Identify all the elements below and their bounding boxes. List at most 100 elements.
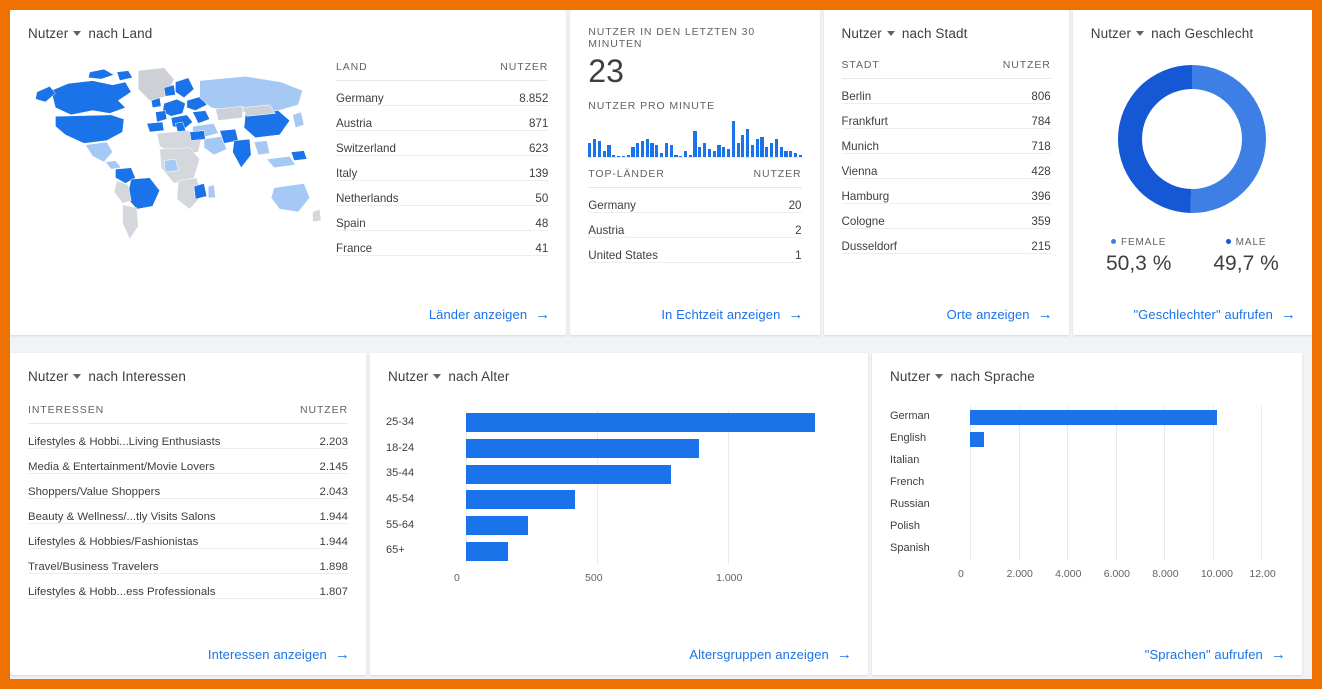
row-label: Hamburg: [842, 179, 954, 204]
chevron-down-icon[interactable]: [887, 31, 895, 36]
link-show-age-groups[interactable]: Altersgruppen anzeigen→: [689, 646, 852, 663]
table-row[interactable]: Berlin806: [842, 79, 1051, 104]
language-bar-chart[interactable]: 02.0004.0006.0008.00010.00012.00GermanEn…: [872, 392, 1302, 602]
table-row[interactable]: Netherlands50: [336, 181, 548, 206]
gridline: [1116, 406, 1117, 560]
gender-donut-chart[interactable]: [1108, 55, 1276, 223]
category-label: 25-34: [386, 416, 414, 428]
sparkline-bar: [717, 145, 720, 157]
table-row[interactable]: Austria2: [588, 213, 801, 238]
row-label: Munich: [842, 129, 954, 154]
gridline: [1019, 406, 1020, 560]
sparkline-bar: [732, 121, 735, 157]
link-view-genders[interactable]: "Geschlechter" aufrufen→: [1133, 306, 1296, 323]
link-show-countries[interactable]: Länder anzeigen→: [429, 306, 550, 323]
table-row[interactable]: Dusseldorf215: [842, 229, 1051, 254]
x-tick-label: 0: [958, 568, 964, 580]
row-value: 2.043: [284, 474, 348, 499]
realtime-body: NUTZER IN DEN LETZTEN 30 MINUTEN 23 NUTZ…: [570, 10, 819, 263]
table-row[interactable]: Germany20: [588, 188, 801, 213]
sparkline-bar: [646, 139, 649, 157]
table-row[interactable]: Austria871: [336, 106, 548, 131]
link-show-places[interactable]: Orte anzeigen→: [947, 306, 1053, 323]
row-value: 1: [719, 238, 801, 263]
table-row[interactable]: Lifestyles & Hobbi...Living Enthusiasts2…: [28, 424, 348, 449]
bar[interactable]: [466, 413, 815, 432]
donut-slice-male[interactable]: [1118, 65, 1192, 213]
sparkline-bar: [794, 153, 797, 157]
col-header-users: NUTZER: [954, 59, 1051, 79]
card-title-suffix: nach Interessen: [88, 369, 186, 384]
table-row[interactable]: Hamburg396: [842, 179, 1051, 204]
bar[interactable]: [970, 432, 984, 447]
table-row[interactable]: Switzerland623: [336, 131, 548, 156]
link-view-realtime[interactable]: In Echtzeit anzeigen→: [661, 306, 803, 323]
bar[interactable]: [466, 516, 528, 535]
row-label: Dusseldorf: [842, 229, 954, 254]
sparkline-bar: [665, 143, 668, 157]
x-tick-label: 10.000: [1201, 568, 1233, 580]
metric-selector-label[interactable]: Nutzer: [842, 26, 882, 41]
metric-selector-label[interactable]: Nutzer: [28, 369, 68, 384]
row-label: Frankfurt: [842, 104, 954, 129]
chevron-down-icon[interactable]: [1136, 31, 1144, 36]
category-label: German: [890, 410, 930, 422]
category-label: English: [890, 432, 926, 444]
metric-selector-label[interactable]: Nutzer: [890, 369, 930, 384]
row-label: Austria: [588, 213, 719, 238]
chevron-down-icon[interactable]: [73, 31, 81, 36]
chevron-down-icon[interactable]: [73, 374, 81, 379]
table-row[interactable]: Lifestyles & Hobbies/Fashionistas1.944: [28, 524, 348, 549]
bar[interactable]: [466, 490, 575, 509]
metric-selector-label[interactable]: Nutzer: [1091, 26, 1131, 41]
realtime-30min-label: NUTZER IN DEN LETZTEN 30 MINUTEN: [588, 26, 801, 50]
table-row[interactable]: Cologne359: [842, 204, 1051, 229]
table-row[interactable]: Germany8.852: [336, 81, 548, 106]
arrow-right-icon: →: [335, 646, 350, 663]
category-label: Spanish: [890, 542, 930, 554]
realtime-sparkline-chart[interactable]: [588, 120, 801, 158]
chevron-down-icon[interactable]: [433, 374, 441, 379]
table-row[interactable]: Vienna428: [842, 154, 1051, 179]
interests-table: INTERESSEN NUTZER Lifestyles & Hobbi...L…: [28, 404, 348, 599]
table-row[interactable]: Beauty & Wellness/...tly Visits Salons1.…: [28, 499, 348, 524]
bar[interactable]: [970, 410, 1217, 425]
category-label: Polish: [890, 520, 920, 532]
sparkline-bar: [708, 149, 711, 157]
card-title-country: Nutzernach Land: [10, 10, 566, 41]
table-row[interactable]: Travel/Business Travelers1.898: [28, 549, 348, 574]
col-header-interests: INTERESSEN: [28, 404, 284, 424]
link-view-languages[interactable]: "Sprachen" aufrufen→: [1145, 646, 1286, 663]
row-value: 20: [719, 188, 801, 213]
table-row[interactable]: Media & Entertainment/Movie Lovers2.145: [28, 449, 348, 474]
bar[interactable]: [466, 542, 508, 561]
table-row[interactable]: Munich718: [842, 129, 1051, 154]
row-bar-track: [336, 253, 456, 255]
metric-selector-label[interactable]: Nutzer: [388, 369, 428, 384]
chevron-down-icon[interactable]: [935, 374, 943, 379]
card-users-by-city: Nutzernach Stadt STADT NUTZER Berlin806F…: [824, 10, 1069, 335]
sparkline-bar: [784, 151, 787, 157]
table-row[interactable]: France41: [336, 231, 548, 256]
donut-slice-female[interactable]: [1191, 65, 1266, 213]
arrow-right-icon: →: [1281, 306, 1296, 323]
table-row[interactable]: Frankfurt784: [842, 104, 1051, 129]
table-row[interactable]: United States1: [588, 238, 801, 263]
row-label: Germany: [588, 188, 719, 213]
bar[interactable]: [466, 465, 671, 484]
table-row[interactable]: Italy139: [336, 156, 548, 181]
table-row[interactable]: Spain48: [336, 206, 548, 231]
gridline: [728, 410, 729, 564]
link-show-interests[interactable]: Interessen anzeigen→: [208, 646, 350, 663]
legend-dot-female: [1111, 239, 1116, 244]
age-bar-chart[interactable]: 05001.00025-3418-2435-4445-5455-6465+: [370, 392, 868, 602]
bar[interactable]: [466, 439, 699, 458]
world-map-chart[interactable]: [24, 43, 324, 258]
gridline: [1067, 406, 1068, 560]
realtime-rows: Germany20Austria2United States1: [588, 188, 801, 263]
sparkline-bar: [631, 147, 634, 157]
table-row[interactable]: Shoppers/Value Shoppers2.043: [28, 474, 348, 499]
arrow-right-icon: →: [788, 306, 803, 323]
table-row[interactable]: Lifestyles & Hobb...ess Professionals1.8…: [28, 574, 348, 599]
metric-selector-label[interactable]: Nutzer: [28, 26, 68, 41]
